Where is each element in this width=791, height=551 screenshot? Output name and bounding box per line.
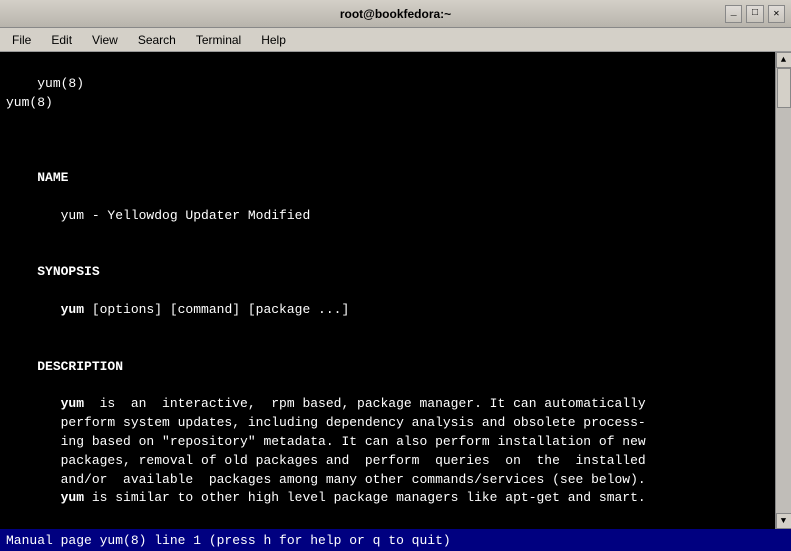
scroll-down-button[interactable]: ▼ (776, 513, 791, 529)
maximize-button[interactable]: □ (746, 5, 763, 23)
scrollbar[interactable]: ▲ ▼ (775, 52, 791, 529)
menu-edit[interactable]: Edit (43, 31, 80, 49)
name-section-header: NAME (37, 170, 68, 185)
scroll-track[interactable] (776, 68, 791, 513)
menu-terminal[interactable]: Terminal (188, 31, 249, 49)
synopsis-header: SYNOPSIS (37, 264, 99, 279)
title-bar: root@bookfedora:~ _ □ ✕ (0, 0, 791, 28)
status-text: Manual page yum(8) line 1 (press h for h… (6, 533, 451, 548)
terminal-content[interactable]: yum(8)yum(8) NAME yum - Yellowdog Update… (0, 52, 775, 529)
minimize-button[interactable]: _ (725, 5, 742, 23)
menu-file[interactable]: File (4, 31, 39, 49)
menu-search[interactable]: Search (130, 31, 184, 49)
menu-bar: File Edit View Search Terminal Help (0, 28, 791, 52)
description-header: DESCRIPTION (37, 359, 123, 374)
close-button[interactable]: ✕ (768, 5, 785, 23)
terminal-container: yum(8)yum(8) NAME yum - Yellowdog Update… (0, 52, 791, 529)
window-title: root@bookfedora:~ (66, 7, 725, 21)
status-bar: Manual page yum(8) line 1 (press h for h… (0, 529, 791, 551)
scroll-up-button[interactable]: ▲ (776, 52, 791, 68)
synopsis-content: yum [options] [command] [package ...] (6, 302, 349, 317)
menu-view[interactable]: View (84, 31, 126, 49)
menu-help[interactable]: Help (253, 31, 294, 49)
description-content: yum is an interactive, rpm based, packag… (6, 396, 646, 529)
name-content: yum - Yellowdog Updater Modified (6, 208, 310, 223)
scroll-thumb[interactable] (777, 68, 791, 108)
window-controls: _ □ ✕ (725, 5, 785, 23)
header-line: yum(8)yum(8) (6, 76, 724, 110)
